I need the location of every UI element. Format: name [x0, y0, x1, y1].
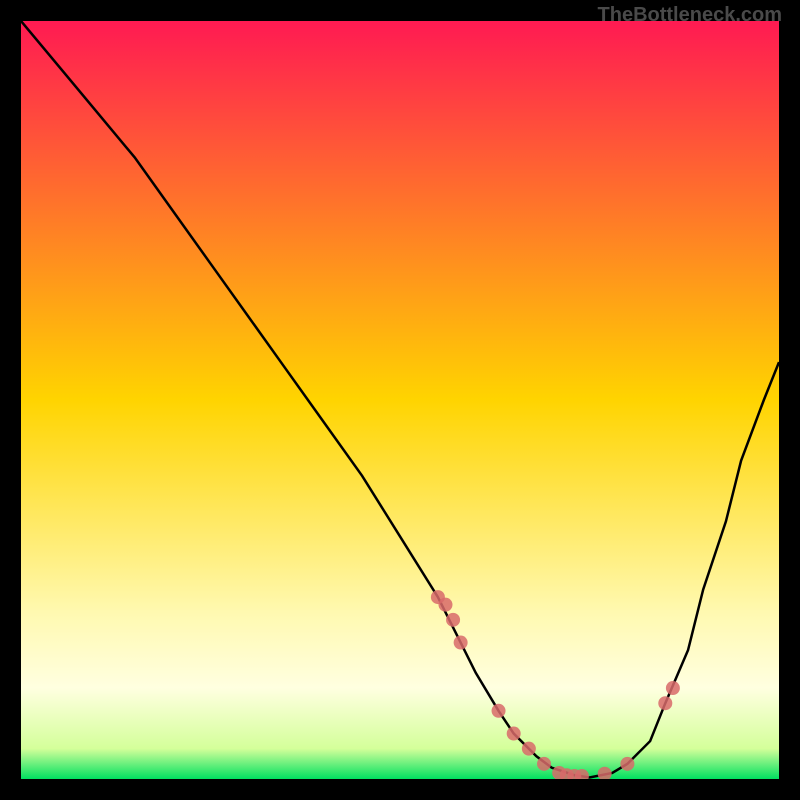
- data-marker: [666, 681, 680, 695]
- data-marker: [620, 757, 634, 771]
- data-marker: [492, 704, 506, 718]
- chart-container: [21, 21, 779, 779]
- data-marker: [537, 757, 551, 771]
- data-marker: [446, 613, 460, 627]
- data-marker: [598, 767, 612, 779]
- data-markers: [431, 590, 680, 779]
- watermark-text: TheBottleneck.com: [598, 4, 782, 27]
- chart-curve-layer: [21, 21, 779, 779]
- data-marker: [438, 598, 452, 612]
- data-marker: [454, 636, 468, 650]
- data-marker: [522, 742, 536, 756]
- data-marker: [507, 727, 521, 741]
- data-marker: [658, 696, 672, 710]
- bottleneck-curve: [21, 21, 779, 777]
